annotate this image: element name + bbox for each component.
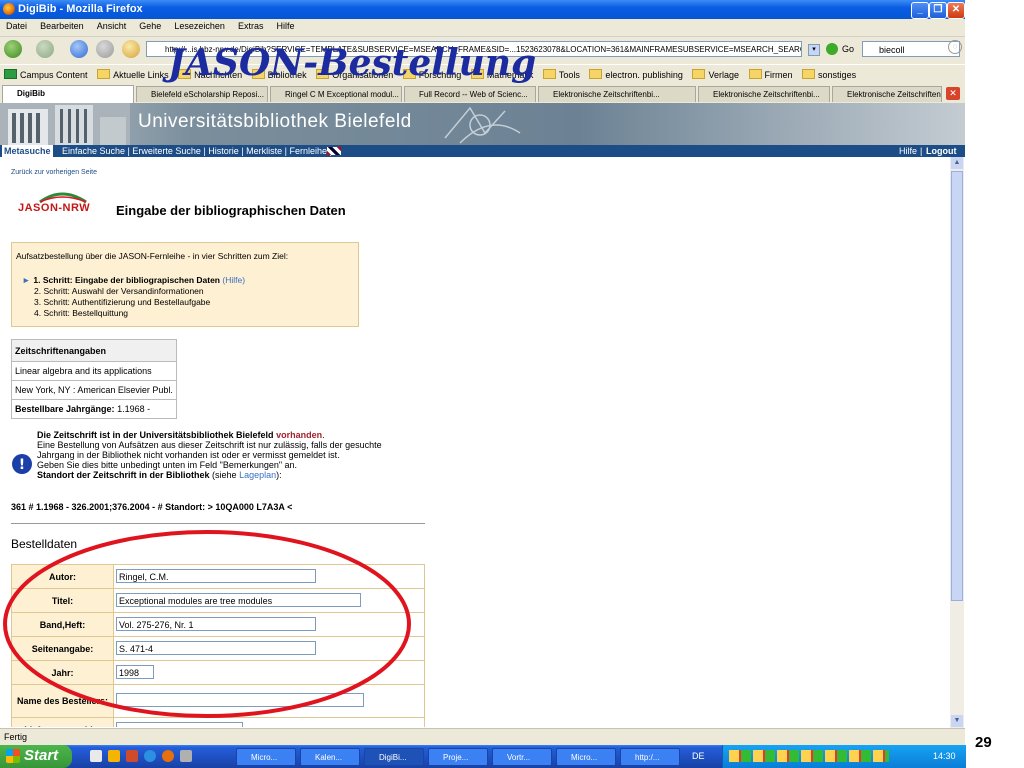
menubar: Datei Bearbeiten Ansicht Gehe Lesezeiche… [0, 19, 965, 37]
highlight-ellipse [3, 530, 411, 718]
system-tray: 14:30 [722, 745, 966, 768]
back-icon[interactable] [4, 40, 22, 58]
reload-icon[interactable] [70, 40, 88, 58]
tab-ringel-exceptional[interactable]: Ringel C M Exceptional modul... [270, 86, 402, 102]
task-micro-2[interactable]: Micro... [556, 748, 616, 766]
availability-notice: Die Zeitschrift ist in der Universitätsb… [37, 430, 382, 480]
menu-bookmarks[interactable]: Lesezeichen [174, 21, 225, 31]
maximize-button[interactable]: ❐ [929, 2, 947, 19]
close-button[interactable]: ✕ [947, 2, 965, 19]
menu-tools[interactable]: Extras [238, 21, 264, 31]
quicklaunch-icon-1[interactable] [90, 750, 102, 762]
back-link[interactable]: Zurück zur vorherigen Seite [11, 169, 97, 176]
scroll-up-icon[interactable]: ▲ [951, 157, 963, 169]
logout-link[interactable]: Logout [926, 145, 957, 157]
jason-logo: JASON-NRW [18, 192, 108, 218]
windows-taskbar: Start Micro... Kalen... DigiBi... Proje.… [0, 745, 966, 768]
task-projekt[interactable]: Proje... [428, 748, 488, 766]
journal-header: Zeitschriftenangaben [11, 339, 177, 362]
quicklaunch-icon-6[interactable] [180, 750, 192, 762]
tab-bar: DigiBib Bielefeld eScholarship Reposi...… [0, 84, 965, 104]
bookmark-campus-content[interactable]: Campus Content [4, 69, 88, 80]
logo-text: JASON-NRW [18, 202, 91, 214]
page-heading: Eingabe der bibliographischen Daten [116, 203, 346, 218]
quicklaunch-icon-5[interactable] [162, 750, 174, 762]
window-titlebar[interactable]: DigiBib - Mozilla Firefox _ ❐ ✕ [0, 0, 965, 19]
search-input[interactable]: biecoll [862, 41, 960, 57]
menu-view[interactable]: Ansicht [97, 21, 127, 31]
vertical-scrollbar[interactable]: ▲ ▼ [950, 157, 964, 728]
journal-info-table: Zeitschriftenangaben Linear algebra and … [11, 339, 177, 419]
task-kalender[interactable]: Kalen... [300, 748, 360, 766]
go-icon[interactable] [826, 43, 838, 55]
throbber-icon: ◌ [948, 40, 962, 54]
journal-volumes: Bestellbare Jahrgänge: 1.1968 - [11, 399, 177, 419]
quicklaunch-icon-4[interactable] [144, 750, 156, 762]
menu-edit[interactable]: Bearbeiten [40, 21, 84, 31]
banner-decoration [444, 106, 521, 144]
firefox-icon [3, 3, 15, 15]
bookmark-electron-publishing[interactable]: electron. publishing [589, 69, 683, 80]
start-button[interactable]: Start [0, 745, 72, 768]
subnav-links[interactable]: Einfache Suche | Erweiterte Suche | Hist… [62, 145, 332, 157]
bookmark-aktuelle-links[interactable]: Aktuelle Links [97, 69, 169, 80]
step-4: 4. Schritt: Bestellquittung [34, 308, 129, 318]
bookmark-sonstiges[interactable]: sonstiges [802, 69, 856, 80]
go-button[interactable]: Go [842, 44, 854, 54]
site-map-link[interactable]: Lageplan [239, 470, 276, 480]
tab-bielefeld-escholarship[interactable]: Bielefeld eScholarship Reposi... [136, 86, 268, 102]
tab-web-of-science[interactable]: Full Record -- Web of Scienc... [404, 86, 536, 102]
tab-metasuche[interactable]: Metasuche [2, 145, 53, 157]
minimize-button[interactable]: _ [911, 2, 929, 19]
step-2: 2. Schritt: Auswahl der Versandinformati… [34, 286, 204, 296]
svg-text:!: ! [19, 457, 25, 473]
slide-title: JASON-Bestellung [168, 42, 537, 84]
tab-ezb-3[interactable]: Elektronische Zeitschriftenbi... [832, 86, 942, 102]
tray-icons[interactable] [729, 750, 889, 762]
tab-digibib[interactable]: DigiBib [2, 85, 134, 103]
steps-box: Aufsatzbestellung über die JASON-Fernlei… [11, 242, 359, 327]
journal-publisher: New York, NY : American Elsevier Publ. [11, 380, 177, 400]
scroll-thumb[interactable] [951, 171, 963, 601]
holdings-info: 361 # 1.1968 - 326.2001;376.2004 - # Sta… [11, 502, 293, 512]
forward-icon[interactable] [36, 40, 54, 58]
task-http[interactable]: http:/... [620, 748, 680, 766]
quicklaunch-icon-3[interactable] [126, 750, 138, 762]
bookmark-verlage[interactable]: Verlage [692, 69, 739, 80]
stop-icon[interactable] [96, 40, 114, 58]
windows-logo-icon [6, 749, 20, 763]
menu-help[interactable]: Hilfe [277, 21, 295, 31]
banner-title: Universitätsbibliothek Bielefeld [138, 111, 412, 132]
quicklaunch-icon-2[interactable] [108, 750, 120, 762]
building-image [0, 103, 130, 145]
library-banner: Universitätsbibliothek Bielefeld [0, 103, 965, 145]
tab-ezb-1[interactable]: Elektronische Zeitschriftenbi... [538, 86, 696, 102]
help-link[interactable]: Hilfe [899, 145, 917, 157]
task-micro-1[interactable]: Micro... [236, 748, 296, 766]
step-1: ► 1. Schritt: Eingabe der bibliograpische… [22, 275, 246, 285]
english-flag-icon[interactable] [327, 147, 341, 155]
tab-ezb-2[interactable]: Elektronische Zeitschriftenbi... [698, 86, 830, 102]
bookmark-tools[interactable]: Tools [542, 69, 580, 80]
slide-number: 29 [975, 734, 992, 751]
step-1-help-link[interactable]: (Hilfe) [222, 275, 245, 285]
scroll-down-icon[interactable]: ▼ [951, 715, 963, 727]
home-icon[interactable] [122, 40, 140, 58]
menu-go[interactable]: Gehe [139, 21, 161, 31]
steps-intro: Aufsatzbestellung über die JASON-Fernlei… [16, 251, 289, 261]
bookmark-firmen[interactable]: Firmen [748, 69, 793, 80]
task-digibib[interactable]: DigiBi... [364, 748, 424, 766]
close-tab-icon[interactable]: ✕ [946, 87, 960, 100]
step-3: 3. Schritt: Authentifizierung und Bestel… [34, 297, 211, 307]
menu-file[interactable]: Datei [6, 21, 27, 31]
info-icon: ! [12, 454, 32, 474]
language-indicator[interactable]: DE [692, 751, 705, 761]
clock: 14:30 [933, 751, 956, 761]
url-dropdown-icon[interactable]: ▾ [808, 44, 820, 56]
window-title: DigiBib - Mozilla Firefox [18, 3, 143, 15]
task-vortrag[interactable]: Vortr... [492, 748, 552, 766]
sub-navigation: Metasuche Einfache Suche | Erweiterte Su… [0, 145, 965, 157]
journal-title: Linear algebra and its applications [11, 361, 177, 381]
